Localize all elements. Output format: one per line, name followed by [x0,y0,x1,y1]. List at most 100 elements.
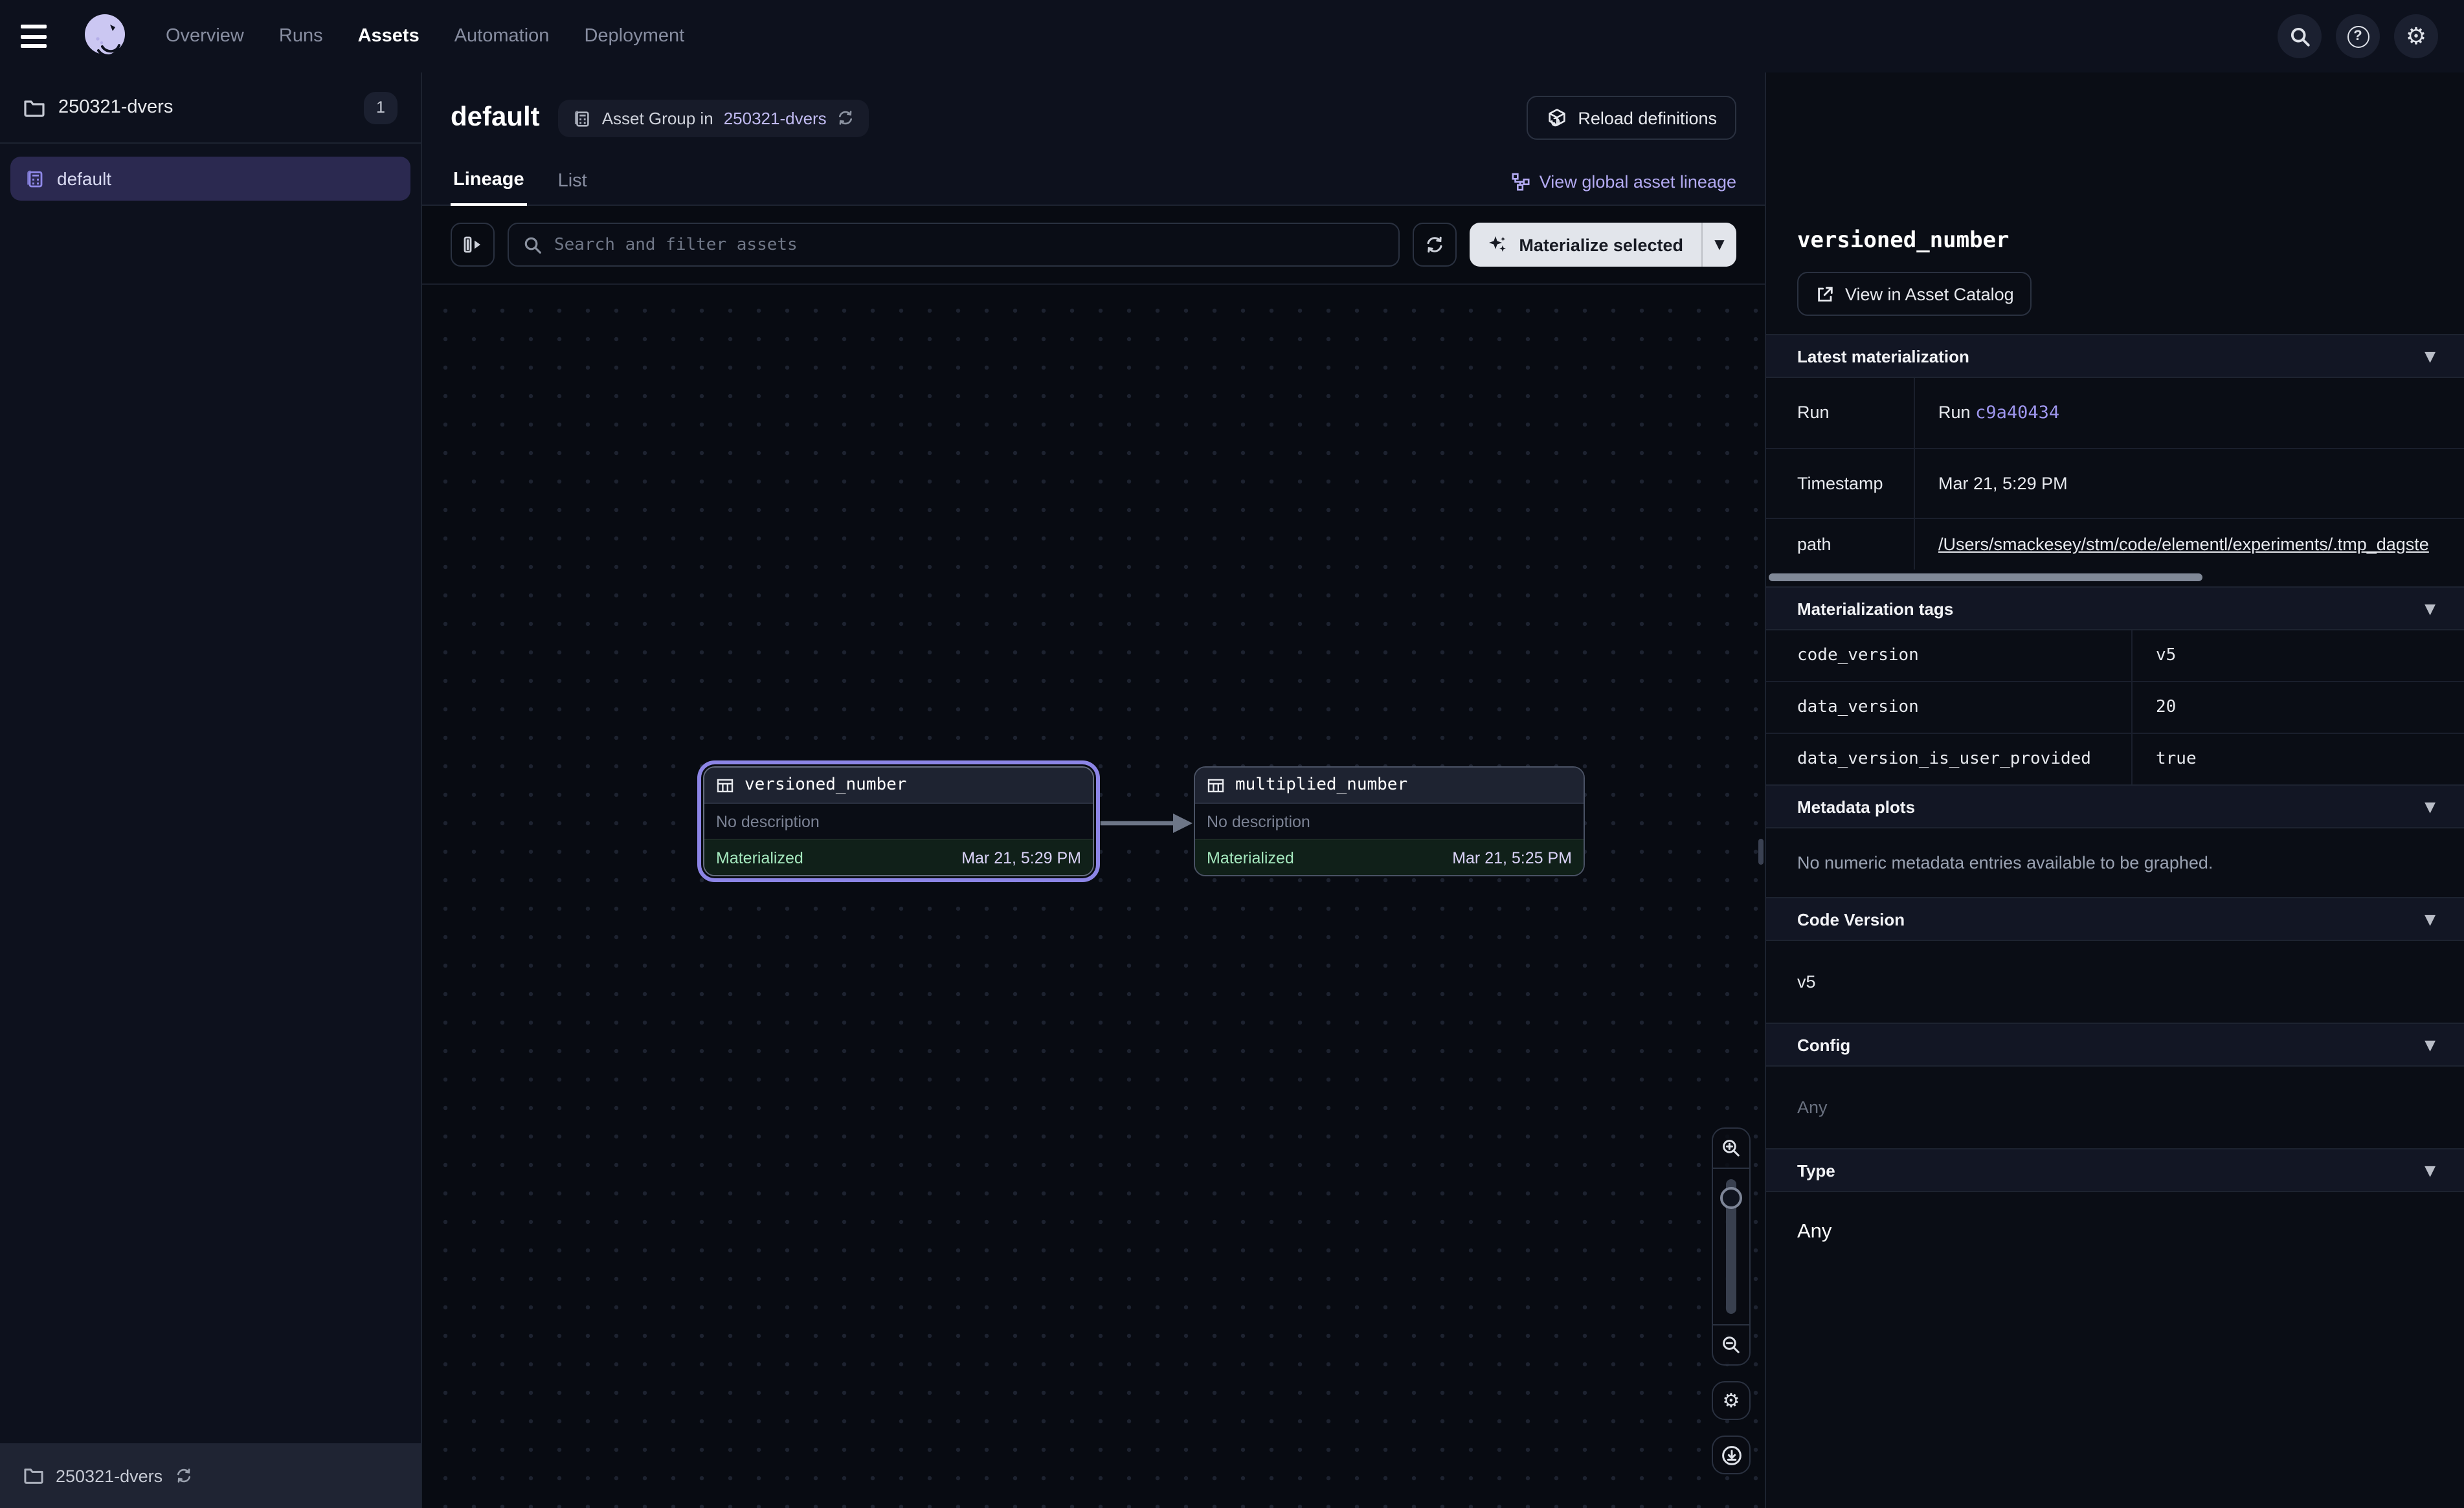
sidebar-workspace-row[interactable]: 250321-dvers 1 [0,72,421,144]
horizontal-scrollbar-thumb[interactable] [1769,573,2202,581]
sparkle-icon [1488,234,1508,255]
section-label: Materialization tags [1797,599,1953,618]
section-metadata-plots[interactable]: Metadata plots ▼ [1766,784,2464,828]
chevron-down-icon: ▼ [2425,1036,2436,1053]
table-row: data_version 20 [1766,682,2464,734]
lineage-canvas[interactable]: versioned_number No description Material… [422,285,1765,1508]
section-type[interactable]: Type ▼ [1766,1148,2464,1192]
section-label: Code Version [1797,909,1905,929]
graph-area: Materialize selected ▼ [422,206,1765,1508]
tab-lineage[interactable]: Lineage [451,170,527,206]
nav-item-deployment[interactable]: Deployment [584,26,684,47]
refresh-graph-button[interactable] [1413,223,1457,267]
chevron-down-icon: ▼ [2425,911,2436,927]
asset-node-versioned-number[interactable]: versioned_number No description Material… [703,766,1094,876]
canvas-scrollbar-thumb[interactable] [1758,839,1764,865]
node-status: Materialized [1207,848,1294,867]
zoom-slider-thumb[interactable] [1720,1187,1742,1209]
sidebar-item-label: default [57,168,111,189]
folder-icon [23,98,45,117]
nav-item-automation[interactable]: Automation [454,26,550,47]
node-title: multiplied_number [1235,775,1407,795]
workspace-count-badge: 1 [364,91,398,124]
section-label: Type [1797,1160,1835,1180]
lineage-graph-icon [1511,172,1530,192]
view-global-asset-lineage-link[interactable]: View global asset lineage [1511,172,1736,205]
reload-definitions-button[interactable]: Reload definitions [1526,96,1736,140]
path-link[interactable]: /Users/smackesey/stm/code/elementl/exper… [1938,535,2429,554]
graph-settings-button[interactable]: ⚙ [1712,1381,1751,1420]
node-timestamp: Mar 21, 5:29 PM [961,848,1081,867]
table-row: data_version_is_user_provided true [1766,734,2464,784]
table-icon [1207,776,1225,794]
view-in-asset-catalog-button[interactable]: View in Asset Catalog [1797,272,2032,316]
view-global-asset-lineage-label: View global asset lineage [1540,172,1736,192]
nav-item-runs[interactable]: Runs [279,26,323,47]
badge-workspace-link[interactable]: 250321-dvers [724,108,827,128]
row-key: data_version [1766,682,2133,733]
sidebar-item-default-group[interactable]: default [10,157,410,201]
zoom-in-button[interactable] [1713,1129,1749,1168]
settings-button[interactable]: ⚙ [2394,14,2438,58]
chevron-down-icon: ▼ [2425,1162,2436,1179]
row-key: Run [1766,378,1915,448]
node-timestamp: Mar 21, 5:25 PM [1452,848,1572,867]
materialize-selected-button[interactable]: Materialize selected [1470,223,1701,267]
section-materialization-tags[interactable]: Materialization tags ▼ [1766,586,2464,630]
panel-toggle-icon [462,234,483,255]
app-root: Overview Runs Assets Automation Deployme… [0,0,2464,1508]
toggle-sidebar-panel-button[interactable] [451,223,495,267]
horizontal-scrollbar [1766,570,2464,586]
section-code-version[interactable]: Code Version ▼ [1766,897,2464,941]
row-value: 20 [2133,682,2464,733]
table-icon [716,776,734,794]
workspace-name: 250321-dvers [58,97,351,118]
run-id-link[interactable]: c9a40434 [1975,403,2059,423]
search-button[interactable] [2278,14,2322,58]
search-icon [523,235,543,254]
view-in-asset-catalog-label: View in Asset Catalog [1845,284,2014,304]
node-description: No description [704,804,1093,839]
zoom-slider[interactable] [1713,1168,1749,1325]
reload-cube-icon [1545,107,1567,129]
metadata-plots-empty-message: No numeric metadata entries available to… [1766,828,2464,897]
top-nav: Overview Runs Assets Automation Deployme… [0,0,2464,72]
chevron-down-icon: ▼ [1714,238,1724,252]
reload-definitions-label: Reload definitions [1578,108,1717,128]
sync-icon[interactable] [174,1467,192,1485]
help-button[interactable]: ? [2336,14,2380,58]
nav-item-overview[interactable]: Overview [166,26,244,47]
download-graph-button[interactable] [1712,1436,1751,1474]
tab-list[interactable]: List [555,171,590,205]
sidebar-footer-workspace[interactable]: 250321-dvers [0,1443,421,1508]
materialize-split-button: Materialize selected ▼ [1470,223,1736,267]
hamburger-menu-icon[interactable] [21,14,65,58]
sync-icon[interactable] [837,109,855,127]
section-config[interactable]: Config ▼ [1766,1023,2464,1067]
code-version-value: v5 [1766,941,2464,1023]
help-icon: ? [2347,25,2369,47]
materialization-tags-table: code_version v5 data_version 20 data_ver… [1766,630,2464,784]
row-value: v5 [2133,630,2464,681]
row-value: Mar 21, 5:29 PM [1915,449,2464,518]
footer-workspace-name: 250321-dvers [56,1466,162,1485]
dagster-logo-icon [80,12,129,61]
section-latest-materialization[interactable]: Latest materialization ▼ [1766,334,2464,378]
node-title: versioned_number [745,775,906,795]
nav-item-assets[interactable]: Assets [358,26,420,47]
zoom-out-button[interactable] [1713,1325,1749,1364]
asset-node-multiplied-number[interactable]: multiplied_number No description Materia… [1194,766,1585,876]
latest-materialization-table: Run Run c9a40434 Timestamp Mar 21, 5:29 … [1766,378,2464,586]
refresh-icon [1424,234,1445,255]
table-row: path /Users/smackesey/stm/code/elementl/… [1766,519,2464,570]
asset-group-icon [572,108,592,128]
row-key: path [1766,519,1915,570]
search-input[interactable] [554,235,1384,254]
table-row: Run Run c9a40434 [1766,378,2464,449]
section-label: Latest materialization [1797,346,1969,366]
lineage-edge-arrow [1101,810,1194,836]
external-link-icon [1815,284,1835,304]
chevron-down-icon: ▼ [2425,348,2436,364]
materialize-dropdown-caret[interactable]: ▼ [1701,223,1736,267]
lineage-toolbar: Materialize selected ▼ [422,206,1765,285]
